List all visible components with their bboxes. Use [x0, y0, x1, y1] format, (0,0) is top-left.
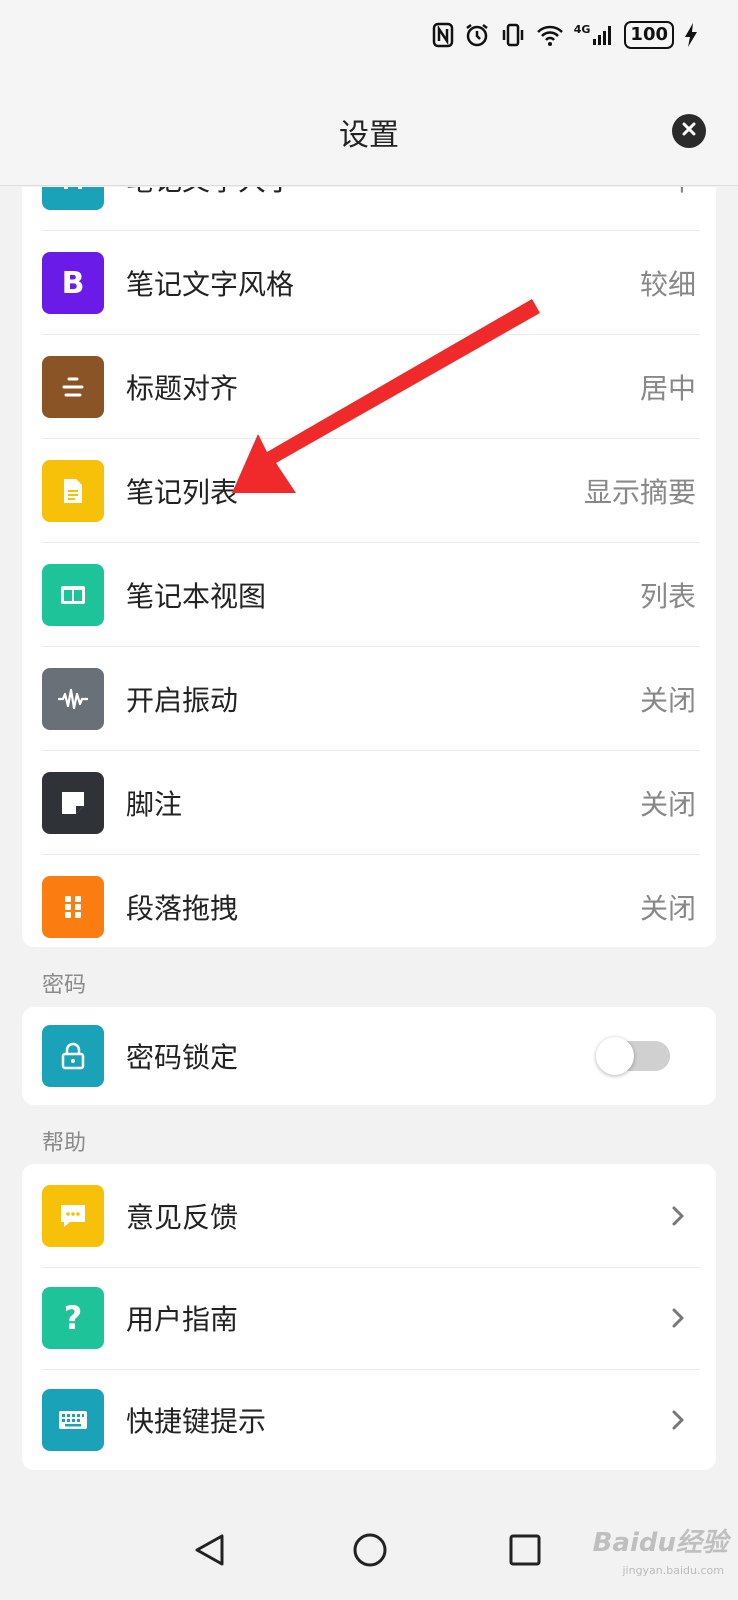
setting-value: 列表 [639, 580, 696, 613]
back-triangle-icon [195, 1534, 224, 1566]
help-row-user-guide[interactable]: ? 用户指南 [22, 1266, 716, 1370]
home-circle-icon [353, 1533, 387, 1567]
setting-label: 笔记文字大小 [126, 187, 294, 199]
toggle-knob [596, 1037, 634, 1075]
lock-icon [42, 1025, 104, 1087]
help-card: 意见反馈 ? 用户指南 快捷键提示 [22, 1164, 716, 1470]
setting-row-vibration[interactable]: 开启振动 关闭 [22, 647, 716, 751]
chevron-right-icon [666, 1204, 690, 1228]
charging-icon [684, 22, 698, 48]
setting-value: 中 [668, 187, 696, 199]
setting-row-note-list[interactable]: 笔记列表 显示摘要 [22, 439, 716, 543]
setting-row-text-size[interactable]: 笔记文字大小 中 [22, 187, 716, 231]
wifi-icon [536, 23, 564, 47]
drag-handle-icon [42, 876, 104, 938]
watermark: Baidu经验 [592, 1528, 728, 1558]
vibrate-icon [500, 22, 526, 48]
alarm-icon [464, 22, 490, 48]
chevron-right-icon [666, 1408, 690, 1432]
setting-row-text-style[interactable]: B 笔记文字风格 较细 [22, 231, 716, 335]
display-settings-card: 笔记文字大小 中 B 笔记文字风格 较细 标题对齐 居中 笔记列表 显示 [22, 187, 716, 947]
bold-icon: B [42, 252, 104, 314]
status-bar: 4G 100 [0, 0, 738, 70]
settings-list[interactable]: 笔记文字大小 中 B 笔记文字风格 较细 标题对齐 居中 笔记列表 显示 [0, 187, 738, 1500]
help-label: 用户指南 [126, 1303, 239, 1336]
text-size-icon [42, 187, 104, 210]
help-label: 快捷键提示 [126, 1405, 267, 1438]
status-icons: 4G 100 [432, 18, 698, 52]
layout-icon [42, 564, 104, 626]
watermark-url: jingyan.baidu.com [622, 1564, 724, 1577]
home-button[interactable] [348, 1528, 392, 1572]
recents-button[interactable] [503, 1528, 547, 1572]
align-center-icon [42, 356, 104, 418]
help-row-feedback[interactable]: 意见反馈 [22, 1164, 716, 1268]
setting-label: 笔记本视图 [126, 580, 267, 613]
back-button[interactable] [188, 1528, 232, 1572]
setting-label: 笔记文字风格 [126, 268, 295, 301]
password-card: 密码锁定 [22, 1007, 716, 1105]
document-icon [42, 460, 104, 522]
setting-value: 居中 [639, 372, 696, 405]
setting-value: 关闭 [639, 788, 696, 821]
setting-label: 脚注 [126, 788, 183, 821]
setting-row-footnote[interactable]: 脚注 关闭 [22, 751, 716, 855]
section-title-help: 帮助 [42, 1131, 87, 1156]
chat-icon [42, 1185, 104, 1247]
nfc-icon [432, 22, 454, 48]
setting-label: 开启振动 [126, 684, 239, 717]
setting-value: 关闭 [639, 892, 696, 925]
network-type: 4G [573, 23, 591, 36]
setting-label: 标题对齐 [126, 372, 239, 405]
recents-square-icon [509, 1534, 541, 1566]
chevron-right-icon [666, 1306, 690, 1330]
help-label: 意见反馈 [126, 1201, 239, 1234]
password-lock-toggle[interactable] [596, 1037, 670, 1075]
navigation-bar: Baidu经验 jingyan.baidu.com [0, 1500, 738, 1600]
waveform-icon [42, 668, 104, 730]
close-icon [681, 121, 697, 141]
signal-icon: 4G [574, 23, 615, 47]
setting-row-title-align[interactable]: 标题对齐 居中 [22, 335, 716, 439]
battery-indicator: 100 [624, 21, 674, 49]
setting-value: 显示摘要 [583, 476, 696, 509]
setting-label: 笔记列表 [126, 476, 239, 509]
setting-value: 较细 [639, 268, 696, 301]
keyboard-icon [42, 1389, 104, 1451]
setting-label: 段落拖拽 [126, 892, 239, 925]
setting-row-notebook-view[interactable]: 笔记本视图 列表 [22, 543, 716, 647]
setting-row-password-lock[interactable]: 密码锁定 [22, 1007, 716, 1105]
setting-label: 密码锁定 [126, 1041, 239, 1074]
note-icon [42, 772, 104, 834]
setting-value: 关闭 [639, 684, 696, 717]
help-row-shortcuts[interactable]: 快捷键提示 [22, 1368, 716, 1472]
question-icon: ? [42, 1287, 104, 1349]
page-title: 设置 [339, 118, 399, 153]
section-title-password: 密码 [42, 973, 87, 998]
setting-row-paragraph-drag[interactable]: 段落拖拽 关闭 [22, 855, 716, 959]
close-button[interactable] [672, 114, 706, 148]
header: 设置 [0, 70, 738, 186]
